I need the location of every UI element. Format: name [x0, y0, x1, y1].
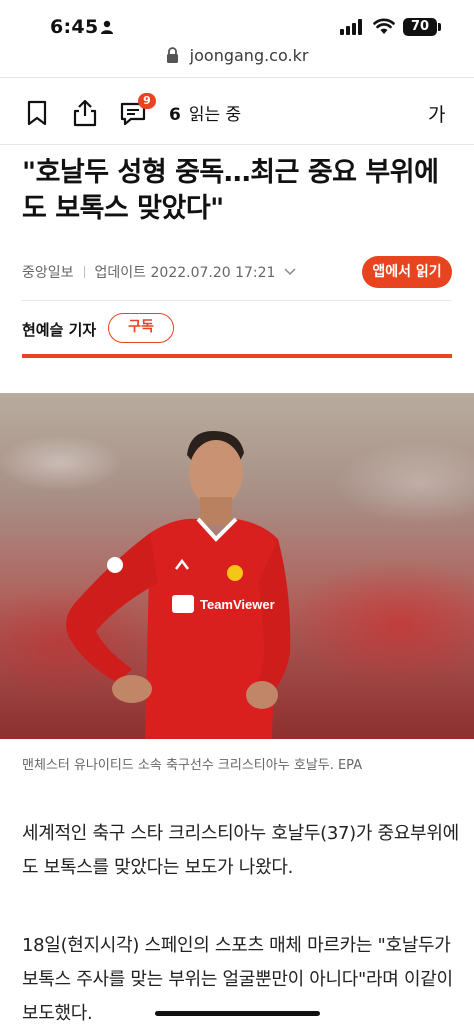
open-in-app-button[interactable]: 앱에서 읽기 — [362, 256, 452, 288]
lock-icon — [166, 47, 178, 63]
subscribe-button[interactable]: 구독 — [108, 313, 174, 343]
article-headline: "호날두 성형 중독…최근 중요 부위에도 보톡스 맞았다" — [22, 157, 439, 224]
readers-count: 6 — [169, 105, 181, 125]
signal-icon — [340, 19, 362, 35]
url-text: joongang.co.kr — [189, 46, 309, 65]
accent-divider — [22, 354, 452, 358]
article-source: 중앙일보 — [22, 265, 74, 281]
article-photo[interactable]: TeamViewer — [0, 393, 474, 739]
font-size-button[interactable]: 가 — [428, 100, 445, 127]
reporter-name[interactable]: 현예슬 기자 — [22, 319, 96, 340]
meta-separator — [83, 266, 85, 278]
comment-count-badge: 9 — [138, 93, 156, 109]
status-bar: 6:45 70 — [0, 0, 474, 44]
article-updated: 업데이트 2022.07.20 17:21 — [94, 265, 276, 281]
readers-indicator: 6 읽는 중 — [169, 100, 241, 125]
chevron-down-icon[interactable] — [284, 268, 296, 276]
status-time: 6:45 — [50, 16, 99, 38]
battery-indicator: 70 — [403, 18, 437, 36]
share-icon[interactable] — [70, 98, 100, 128]
divider — [22, 300, 452, 301]
home-indicator[interactable] — [155, 1011, 320, 1016]
person-icon — [101, 20, 113, 34]
photo-illustration: TeamViewer — [66, 431, 291, 739]
photo-caption: 맨체스터 유나이티드 소속 축구선수 크리스티아누 호날두. EPA — [22, 758, 363, 773]
battery-nub — [438, 23, 441, 31]
readers-label: 읽는 중 — [188, 105, 242, 125]
article-toolbar: 9 6 읽는 중 가 — [0, 78, 474, 144]
wifi-icon — [373, 18, 395, 34]
article-meta: 중앙일보 업데이트 2022.07.20 17:21 — [22, 262, 296, 282]
photo-sponsor-text: TeamViewer — [200, 597, 275, 612]
divider — [0, 144, 474, 145]
bookmark-icon[interactable] — [22, 98, 52, 128]
url-bar[interactable]: joongang.co.kr — [0, 46, 474, 72]
article-paragraph: 세계적인 축구 스타 크리스티아누 호날두(37)가 중요부위에도 보톡스를 맞… — [22, 823, 459, 878]
